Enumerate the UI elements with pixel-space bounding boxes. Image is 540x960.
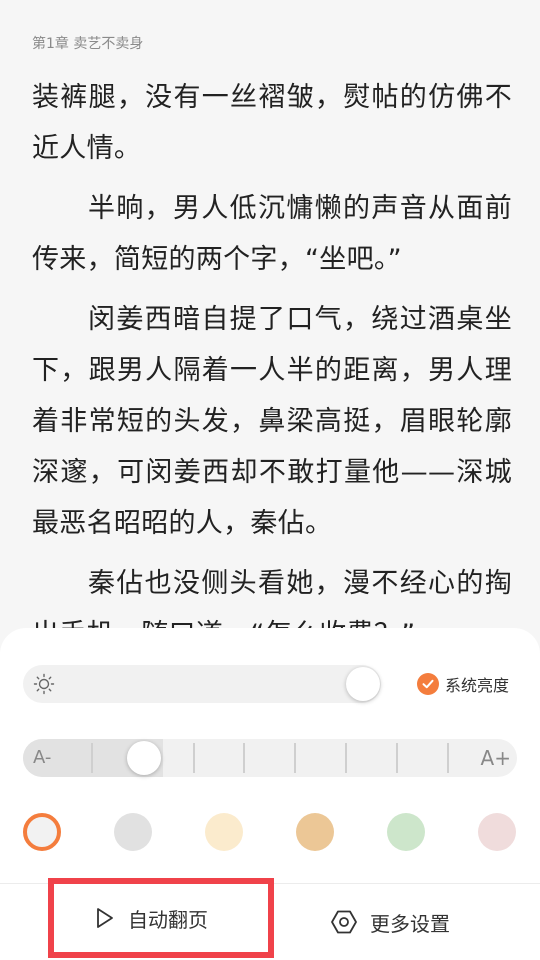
checkmark-icon	[417, 673, 439, 695]
font-size-tick	[345, 743, 347, 773]
paragraph: 半晌，男人低沉慵懒的声音从面前传来，简短的两个字，“坐吧。”	[32, 193, 512, 275]
reader-text: 装裤腿，没有一丝褶皱，熨帖的仿佛不近人情。 半晌，男人低沉慵懒的声音从面前传来，…	[32, 72, 512, 669]
theme-color-pink[interactable]	[478, 813, 516, 851]
system-brightness-label: 系统亮度	[445, 676, 510, 695]
font-size-tick	[243, 743, 245, 773]
font-size-tick	[447, 743, 449, 773]
auto-page-label: 自动翻页	[128, 907, 208, 932]
font-decrease-label: A-	[33, 747, 52, 768]
brightness-slider[interactable]	[23, 665, 381, 703]
reading-settings-panel: 系统亮度 A- A+ 自动翻页 更多设置	[0, 628, 540, 960]
sun-icon	[33, 673, 55, 695]
theme-color-cream[interactable]	[205, 813, 243, 851]
font-size-slider-knob[interactable]	[127, 741, 161, 775]
font-size-slider[interactable]: A- A+	[23, 739, 517, 777]
font-size-tick	[91, 743, 93, 773]
font-size-tick	[396, 743, 398, 773]
theme-color-green[interactable]	[387, 813, 425, 851]
play-icon	[97, 908, 113, 928]
hexagon-settings-icon	[331, 910, 357, 934]
auto-page-button[interactable]: 自动翻页	[48, 878, 274, 958]
theme-color-white[interactable]	[23, 813, 61, 851]
font-size-tick	[193, 743, 195, 773]
font-size-tick	[294, 743, 296, 773]
more-settings-label: 更多设置	[370, 911, 450, 936]
system-brightness-checkbox[interactable]: 系统亮度	[417, 672, 509, 696]
more-settings-button[interactable]: 更多设置	[330, 886, 450, 958]
paragraph: 装裤腿，没有一丝褶皱，熨帖的仿佛不近人情。	[32, 82, 512, 164]
brightness-slider-knob[interactable]	[346, 667, 380, 701]
paragraph: 闵姜西暗自提了口气，绕过酒桌坐下，跟男人隔着一人半的距离，男人理着非常短的头发，…	[32, 304, 512, 539]
font-increase-label: A+	[480, 746, 511, 770]
theme-color-tan[interactable]	[296, 813, 334, 851]
theme-color-gray[interactable]	[114, 813, 152, 851]
chapter-title: 第1章 卖艺不卖身	[32, 36, 144, 52]
